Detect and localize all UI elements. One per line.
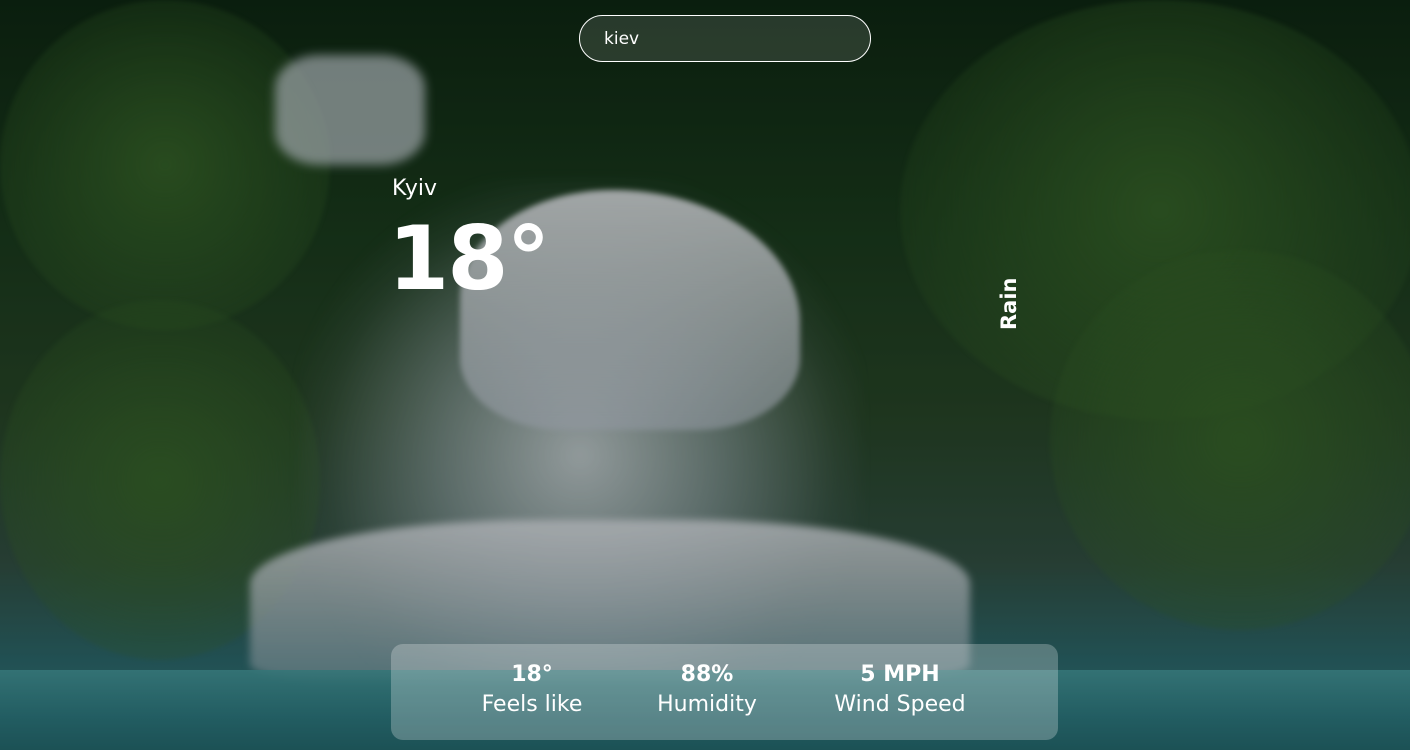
feels-like-value: 18° [511, 662, 553, 687]
current-temperature: 18° [388, 207, 550, 310]
humidity-label: Humidity [657, 692, 757, 718]
feels-like-stat: 18° Feels like [482, 662, 583, 721]
background-photo [0, 0, 1410, 750]
wind-speed-label: Wind Speed [834, 692, 966, 718]
humidity-value: 88% [680, 662, 734, 687]
city-name: Kyiv [392, 176, 437, 201]
feels-like-label: Feels like [481, 692, 583, 718]
humidity-stat: 88% Humidity [657, 662, 757, 721]
wind-speed-stat: 5 MPH Wind Speed [834, 662, 965, 721]
weather-condition: Rain [997, 277, 1021, 331]
wind-speed-value: 5 MPH [860, 662, 940, 687]
city-search-input[interactable] [579, 15, 871, 62]
